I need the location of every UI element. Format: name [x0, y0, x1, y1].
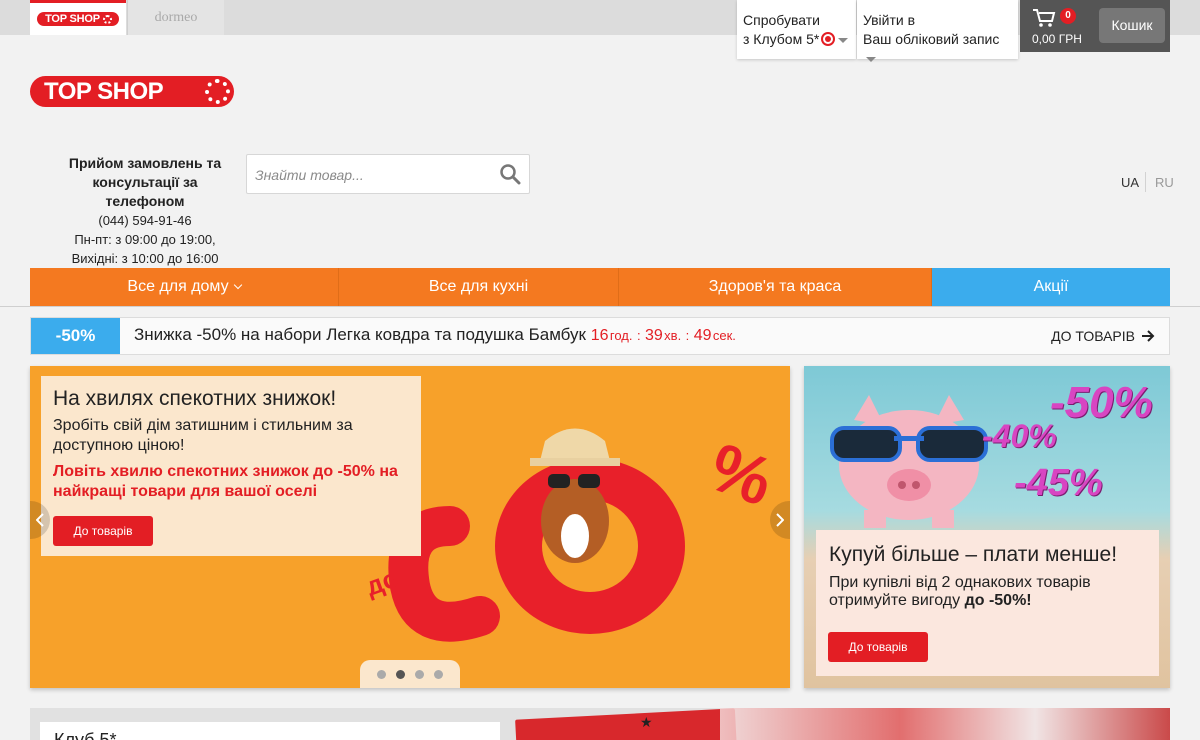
- lang-ru[interactable]: RU: [1155, 175, 1174, 190]
- side-banner[interactable]: -50% -40% -45% Купуй більше – плати менш…: [804, 366, 1170, 688]
- club-banner-card: Клуб 5*: [40, 722, 500, 740]
- nav-item-health[interactable]: Здоров'я та краса: [619, 268, 932, 306]
- promo-badge: -50%: [31, 318, 120, 354]
- main-banner[interactable]: до % На хвилях спекотних знижок! Зробіть…: [30, 366, 790, 688]
- logo-ring-icon: [205, 79, 230, 104]
- nav-item-kitchen[interactable]: Все для кухні: [339, 268, 619, 306]
- login-dropdown[interactable]: Увійти в Ваш обліковий запис: [857, 0, 1018, 62]
- contact-phone[interactable]: (044) 594-91-46: [60, 211, 230, 230]
- login-line1: Увійти в: [863, 12, 916, 28]
- side-banner-card: Купуй більше – плати менше! При купівлі …: [816, 530, 1159, 676]
- side-banner-button[interactable]: До товарів: [828, 632, 928, 662]
- nav-item-sales[interactable]: Акції: [932, 268, 1170, 306]
- topshop-mini-logo: TOP SHOP: [37, 12, 119, 26]
- banner-art: до %: [362, 428, 783, 642]
- cart-total: 0,00 ГРН: [1032, 32, 1082, 46]
- main-banner-card: На хвилях спекотних знижок! Зробіть свій…: [41, 376, 421, 556]
- brand-tab-dormeo[interactable]: dormeo: [127, 0, 224, 35]
- hours-weekend: Вихідні: з 10:00 до 16:00: [71, 251, 219, 266]
- arrow-right-icon: [1142, 330, 1155, 342]
- lang-divider: [1145, 172, 1146, 192]
- chevron-right-icon: [776, 513, 784, 527]
- lang-ua[interactable]: UA: [1121, 175, 1139, 190]
- logo-ring-icon: [102, 14, 112, 24]
- club-dropdown[interactable]: Спробувати з Клубом 5*: [737, 0, 856, 59]
- side-banner-title: Купуй більше – плати менше!: [829, 543, 1118, 566]
- promo-countdown: 16 год. : 39 хв. : 49 сек.: [590, 327, 736, 344]
- main-banner-highlight: Ловіть хвилю спекотних знижок до -50% на…: [53, 463, 398, 500]
- chevron-down-icon: [838, 37, 849, 43]
- club-banner[interactable]: Клуб 5* ★: [30, 708, 1170, 740]
- discount-45-label: -45%: [1014, 462, 1103, 504]
- contact-title: Прийом замовлень та консультації за теле…: [68, 155, 222, 209]
- login-line2: Ваш обліковий запис: [863, 31, 1000, 47]
- nav-divider: [0, 306, 1200, 307]
- promo-text: Знижка -50% на набори Легка ковдра та по…: [134, 325, 736, 344]
- chevron-down-icon: [233, 280, 242, 290]
- star-icon: ★: [640, 714, 653, 730]
- site-logo[interactable]: TOP SHOP: [30, 76, 234, 107]
- main-banner-title: На хвилях спекотних знижок!: [53, 387, 337, 410]
- promo-bar[interactable]: -50% Знижка -50% на набори Легка ковдра …: [30, 317, 1170, 355]
- slider-dot[interactable]: [434, 669, 443, 679]
- brand-tab-topshop[interactable]: TOP SHOP: [30, 0, 126, 35]
- main-banner-subtitle: Зробіть свій дім затишним і стильним за …: [53, 417, 353, 454]
- svg-text:%: %: [700, 429, 783, 521]
- promo-link[interactable]: ДО ТОВАРІВ: [1051, 328, 1155, 344]
- main-banner-button[interactable]: До товарів: [53, 516, 153, 546]
- cart-button[interactable]: Кошик: [1099, 8, 1165, 43]
- club-banner-title: Клуб 5*: [54, 730, 117, 740]
- contact-block: Прийом замовлень та консультації за теле…: [60, 154, 230, 268]
- ribbon-image: [720, 708, 1170, 740]
- cart-count-badge: 0: [1060, 8, 1076, 24]
- chevron-down-icon: [866, 56, 876, 62]
- cart-icon: [1033, 9, 1056, 27]
- dormeo-logo: dormeo: [154, 9, 198, 25]
- piggy-bank-art: [830, 395, 988, 528]
- chevron-left-icon: [36, 513, 44, 527]
- hours-weekdays: Пн-пт: з 09:00 до 19:00,: [74, 232, 216, 247]
- slider-dot-active[interactable]: [396, 669, 405, 679]
- gift-card-image: [515, 708, 737, 740]
- discount-50-label: -50%: [1050, 378, 1153, 427]
- main-nav: Все для дому Все для кухні Здоров'я та к…: [30, 268, 1170, 306]
- search-icon[interactable]: [499, 163, 521, 185]
- nav-item-home[interactable]: Все для дому: [30, 268, 339, 306]
- club-badge-icon: [821, 32, 836, 46]
- slider-dots: [360, 660, 460, 688]
- slider-dot[interactable]: [415, 669, 424, 679]
- club-line2: з Клубом 5*: [743, 31, 820, 47]
- search-box: [246, 154, 530, 194]
- search-input[interactable]: [255, 165, 485, 185]
- club-line1: Спробувати: [743, 12, 820, 28]
- slider-dot[interactable]: [377, 669, 386, 679]
- side-banner-text: При купівлі від 2 однакових товарів отри…: [829, 574, 1091, 609]
- discount-40-label: -40%: [982, 418, 1057, 454]
